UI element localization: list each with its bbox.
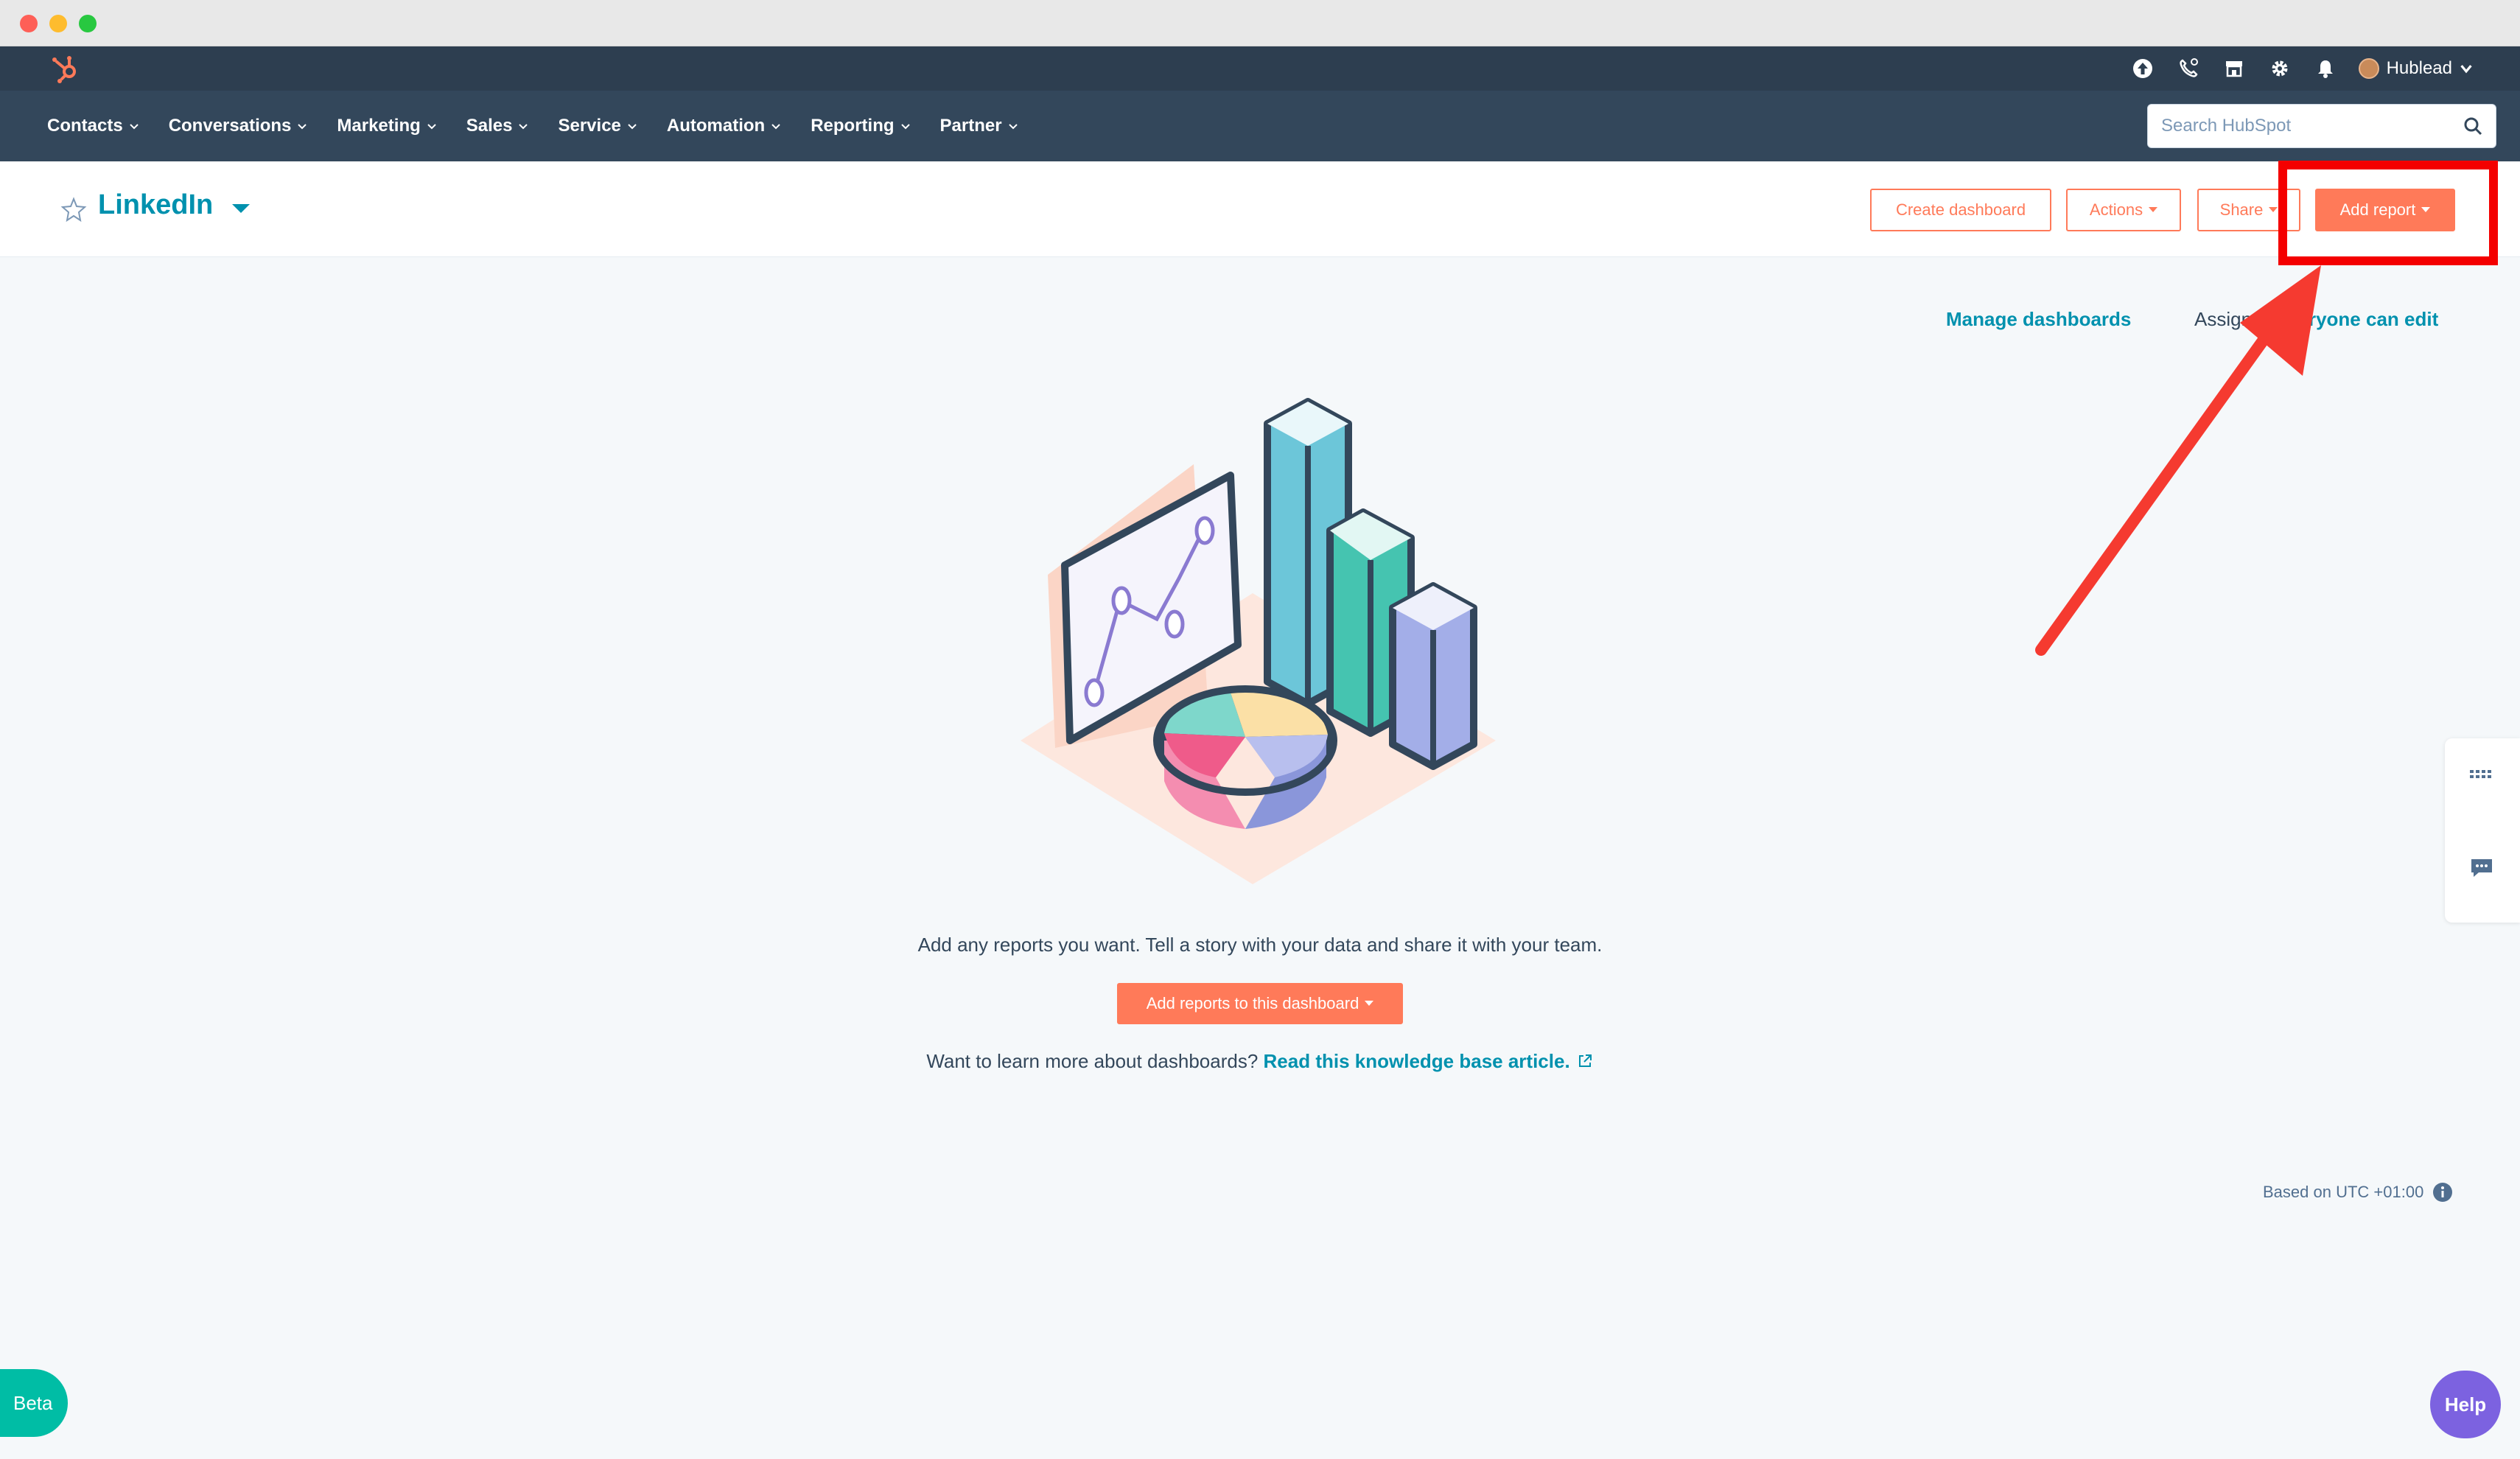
top-utility-bar: Hublead [0,46,2520,91]
account-name: Hublead [2386,58,2452,78]
chevron-down-icon [2460,65,2472,74]
assigned-info[interactable]: Assigne eryone can edit [2194,308,2438,331]
empty-state-message: Add any reports you want. Tell a story w… [917,934,1603,956]
help-button[interactable]: Help [2430,1371,2501,1438]
chevron-down-icon [900,124,910,130]
nav-item-contacts[interactable]: Contacts [32,91,154,161]
nav-item-label: Marketing [337,116,421,136]
settings-icon[interactable] [2257,46,2303,91]
marketplace-icon[interactable] [2211,46,2257,91]
nav-item-label: Automation [666,116,766,136]
empty-dashboard-illustration [1021,398,1496,884]
nav-item-label: Contacts [47,116,123,136]
calling-icon[interactable] [2166,46,2211,91]
nav-item-sales[interactable]: Sales [452,91,544,161]
dashboard-header: LinkedIn Create dashboard Actions Share … [0,161,2520,257]
close-window-button[interactable] [20,15,38,32]
nav-item-automation[interactable]: Automation [652,91,796,161]
search-box[interactable] [2147,104,2496,148]
dashboard-title[interactable]: LinkedIn [98,189,213,221]
caret-down-icon [2149,207,2158,212]
beta-button[interactable]: Beta [0,1369,68,1437]
minimize-window-button[interactable] [49,15,67,32]
annotation-highlight-box [2278,161,2498,265]
knowledge-base-link[interactable]: Read this knowledge base article. [1264,1050,1570,1072]
actions-label: Actions [2089,200,2143,219]
add-reports-label: Add reports to this dashboard [1146,994,1359,1012]
create-dashboard-button[interactable]: Create dashboard [1870,189,2051,231]
side-tools-panel [2445,738,2520,923]
nav-item-conversations[interactable]: Conversations [154,91,323,161]
chat-icon[interactable] [2467,853,2496,883]
timezone-label: Based on UTC +01:00 [2263,1183,2424,1201]
chevron-down-icon [628,124,637,130]
manage-dashboards-link[interactable]: Manage dashboards [1946,308,2131,331]
nav-item-label: Reporting [811,116,895,136]
grid-apps-icon[interactable] [2467,759,2496,788]
nav-item-label: Service [558,116,621,136]
avatar [2358,58,2379,79]
assigned-value: eryone can edit [2297,308,2439,330]
nav-item-label: Partner [939,116,1002,136]
create-dashboard-label: Create dashboard [1895,200,2026,219]
timezone-info: Based on UTC +01:00 [2263,1182,2453,1203]
chevron-down-icon [298,124,307,130]
external-link-icon[interactable] [1576,1052,1594,1070]
caret-down-icon [2269,207,2278,212]
nav-item-label: Conversations [168,116,292,136]
upgrade-icon[interactable] [2120,46,2166,91]
nav-item-marketing[interactable]: Marketing [322,91,451,161]
assigned-prefix: Assigne [2194,308,2263,330]
learn-more-prefix: Want to learn more about dashboards? [926,1050,1259,1072]
share-label: Share [2219,200,2264,219]
dashboard-switcher-caret-icon[interactable] [230,201,252,216]
nav-item-partner[interactable]: Partner [925,91,1033,161]
account-menu[interactable]: Hublead [2358,58,2473,79]
search-input[interactable] [2148,105,2443,147]
chevron-down-icon [771,124,780,130]
nav-item-reporting[interactable]: Reporting [796,91,925,161]
window-titlebar [0,0,2520,46]
info-icon[interactable] [2432,1182,2453,1203]
actions-button[interactable]: Actions [2066,189,2181,231]
notifications-icon[interactable] [2303,46,2348,91]
add-reports-to-dashboard-button[interactable]: Add reports to this dashboard [1117,983,1403,1024]
maximize-window-button[interactable] [79,15,97,32]
chevron-down-icon [1008,124,1018,130]
learn-more-text: Want to learn more about dashboards? Rea… [0,1050,2520,1073]
search-icon[interactable] [2462,115,2484,137]
favorite-star-icon[interactable] [60,197,87,223]
nav-item-label: Sales [466,116,513,136]
hubspot-logo-icon[interactable] [47,51,83,86]
chevron-down-icon [129,124,139,130]
chevron-down-icon [427,124,436,130]
main-navigation: Contacts Conversations Marketing Sales Servi… [0,91,2520,161]
caret-down-icon [1365,1001,1374,1006]
chevron-down-icon [519,124,528,130]
nav-item-service[interactable]: Service [543,91,651,161]
